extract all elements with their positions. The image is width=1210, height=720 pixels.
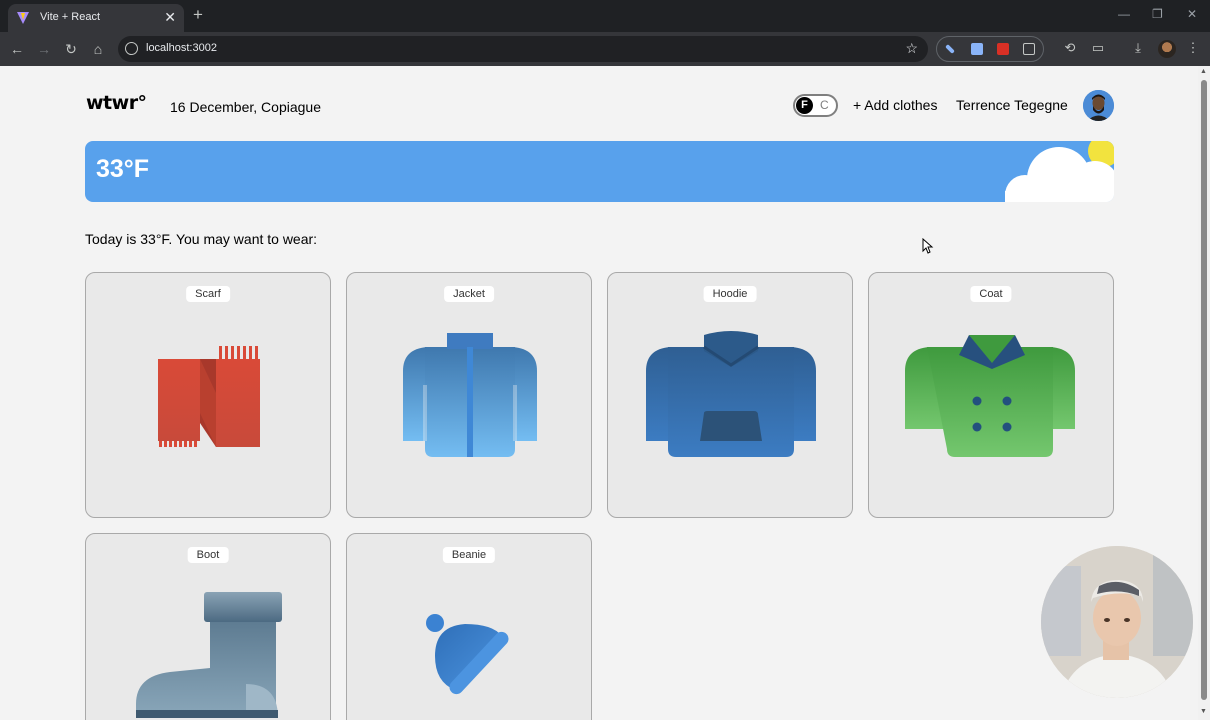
close-window-button[interactable]: ✕ (1187, 7, 1197, 21)
clothing-card-boot[interactable]: Boot (85, 533, 331, 720)
address-bar[interactable]: localhost:3002 ☆ (118, 36, 928, 62)
forward-icon[interactable]: → (35, 40, 53, 58)
card-label-jacket: Jacket (444, 286, 494, 302)
weather-banner: 33°F (85, 141, 1114, 202)
app-logo[interactable]: wtwr° (86, 92, 147, 114)
scroll-up-arrow-icon[interactable]: ▲ (1200, 68, 1207, 75)
clothing-card-scarf[interactable]: Scarf (85, 272, 331, 518)
page-scrollbar[interactable]: ▲ ▼ (1198, 66, 1210, 720)
avatar-portrait-icon (1083, 90, 1114, 121)
tab-close-button[interactable]: ✕ (164, 9, 176, 25)
unit-c-option: C (820, 98, 829, 112)
weather-temperature: 33°F (96, 155, 150, 183)
back-icon[interactable]: ← (8, 40, 26, 58)
url-text[interactable]: localhost:3002 (146, 42, 217, 54)
webcam-overlay (1041, 546, 1193, 698)
card-label-scarf: Scarf (186, 286, 230, 302)
card-label-beanie: Beanie (442, 547, 496, 563)
menu-kebab-icon[interactable]: ⋮ (1185, 40, 1201, 56)
reload-icon[interactable]: ↻ (62, 40, 80, 58)
browser-tab[interactable]: Vite + React ✕ (8, 4, 184, 32)
temperature-unit-toggle[interactable]: F C (793, 94, 838, 117)
cloud-sun-icon (1005, 141, 1114, 202)
browser-profile-avatar[interactable] (1158, 40, 1176, 58)
scrollbar-thumb[interactable] (1201, 80, 1207, 700)
extensions-group (936, 36, 1044, 62)
red-extension-icon[interactable] (997, 43, 1009, 55)
user-avatar[interactable] (1083, 90, 1114, 121)
username[interactable]: Terrence Tegegne (956, 97, 1068, 113)
home-icon[interactable]: ⌂ (89, 40, 107, 58)
pen-extension-icon[interactable] (945, 44, 955, 54)
puzzle-extensions-icon[interactable] (1023, 43, 1035, 55)
new-tab-button[interactable]: + (193, 5, 203, 25)
clothing-card-jacket[interactable]: Jacket (346, 272, 592, 518)
restore-button[interactable]: ❐ (1152, 7, 1163, 21)
clothing-card-beanie[interactable]: Beanie (346, 533, 592, 720)
browser-toolbar: ← → ↻ ⌂ localhost:3002 ☆ ⟲ ▭ ⤓ ⋮ (0, 32, 1210, 66)
browser-tab-bar: Vite + React ✕ + — ❐ ✕ (0, 0, 1210, 32)
recommendation-text: Today is 33°F. You may want to wear: (85, 231, 318, 247)
date-location: 16 December, Copiague (170, 99, 321, 115)
bookmark-star-icon[interactable]: ☆ (905, 40, 918, 57)
tab-title: Vite + React (40, 11, 101, 23)
scarf-icon (158, 346, 260, 447)
minimize-button[interactable]: — (1118, 7, 1130, 21)
clothing-card-coat[interactable]: Coat (868, 272, 1114, 518)
scroll-down-arrow-icon[interactable]: ▼ (1200, 708, 1207, 715)
card-label-boot: Boot (187, 547, 229, 563)
card-label-coat: Coat (970, 286, 1012, 302)
coat-icon (905, 335, 1075, 457)
history-icon[interactable]: ⟲ (1062, 40, 1078, 56)
download-icon[interactable]: ⤓ (1130, 40, 1146, 56)
jacket-icon (403, 333, 537, 457)
unit-f-selected: F (796, 97, 813, 114)
tab-search-icon[interactable]: ▭ (1090, 40, 1106, 56)
vite-favicon-icon (17, 12, 29, 24)
webcam-person-icon (1041, 546, 1193, 698)
clothing-card-hoodie[interactable]: Hoodie (607, 272, 853, 518)
site-info-icon[interactable] (125, 42, 138, 55)
hoodie-icon (646, 331, 816, 457)
card-label-hoodie: Hoodie (703, 286, 757, 302)
app-page: wtwr° 16 December, Copiague F C + Add cl… (0, 66, 1198, 720)
add-clothes-button[interactable]: + Add clothes (853, 97, 937, 113)
extension-icon[interactable] (971, 43, 983, 55)
mouse-cursor-icon (922, 238, 934, 254)
